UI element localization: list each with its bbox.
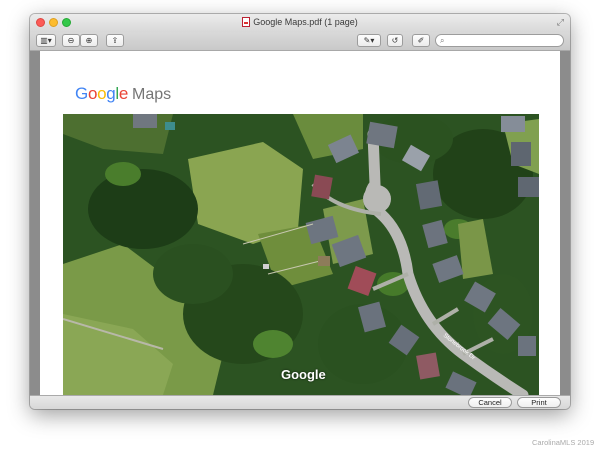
share-button[interactable]: ⇪ [106, 34, 124, 47]
google-letter: e [118, 84, 129, 103]
dialog-button-bar: Cancel Print [30, 395, 570, 409]
google-letter: o [87, 84, 98, 103]
print-preview-window: Google Maps.pdf (1 page) ⤢ ▥▾ ⊖ ⊕ ⇪ ✎▾ ↺… [30, 14, 570, 409]
toolbar: ▥▾ ⊖ ⊕ ⇪ ✎▾ ↺ ✐ ⌕ [30, 32, 570, 51]
window-title: Google Maps.pdf (1 page) [253, 17, 358, 27]
title-bar: Google Maps.pdf (1 page) ⤢ [30, 14, 570, 32]
search-icon: ⌕ [440, 36, 445, 45]
document-view[interactable]: Google Maps Stonebrook Dr Google [30, 51, 570, 395]
zoom-out-button[interactable]: ⊖ [62, 34, 80, 47]
google-letter: G [75, 84, 88, 103]
rotate-icon: ↺ [391, 36, 399, 45]
google-maps-logo: Google Maps [75, 84, 171, 104]
rotate-button[interactable]: ↺ [387, 34, 403, 47]
photo-credit: CarolinaMLS 2019 [532, 438, 595, 447]
markup-toolbox-icon: ✐ [417, 36, 425, 45]
pdf-page: Google Maps Stonebrook Dr Google [40, 51, 560, 395]
sidebar-icon: ▥▾ [40, 36, 52, 45]
maps-wordmark: Maps [132, 86, 172, 103]
map-imagery: Stonebrook Dr [63, 114, 539, 395]
google-wordmark: Google [75, 84, 128, 103]
pdf-file-icon [242, 17, 251, 27]
search-field[interactable]: ⌕ [435, 34, 564, 47]
cancel-button[interactable]: Cancel [468, 397, 512, 408]
sidebar-button[interactable]: ▥▾ [36, 34, 56, 47]
pen-icon: ✎▾ [363, 36, 375, 45]
fullscreen-icon[interactable]: ⤢ [557, 17, 564, 28]
zoom-in-button[interactable]: ⊕ [80, 34, 98, 47]
zoom-out-icon: ⊖ [67, 36, 75, 45]
window-title-container: Google Maps.pdf (1 page) [30, 17, 570, 27]
markup-toolbox-button[interactable]: ✐ [412, 34, 430, 47]
google-map-watermark: Google [281, 367, 326, 382]
satellite-map-image: Stonebrook Dr Google [63, 114, 539, 395]
share-icon: ⇪ [111, 36, 119, 45]
google-letter: o [97, 84, 107, 103]
print-button[interactable]: Print [517, 397, 561, 408]
zoom-in-icon: ⊕ [85, 36, 93, 45]
markup-pen-button[interactable]: ✎▾ [357, 34, 381, 47]
